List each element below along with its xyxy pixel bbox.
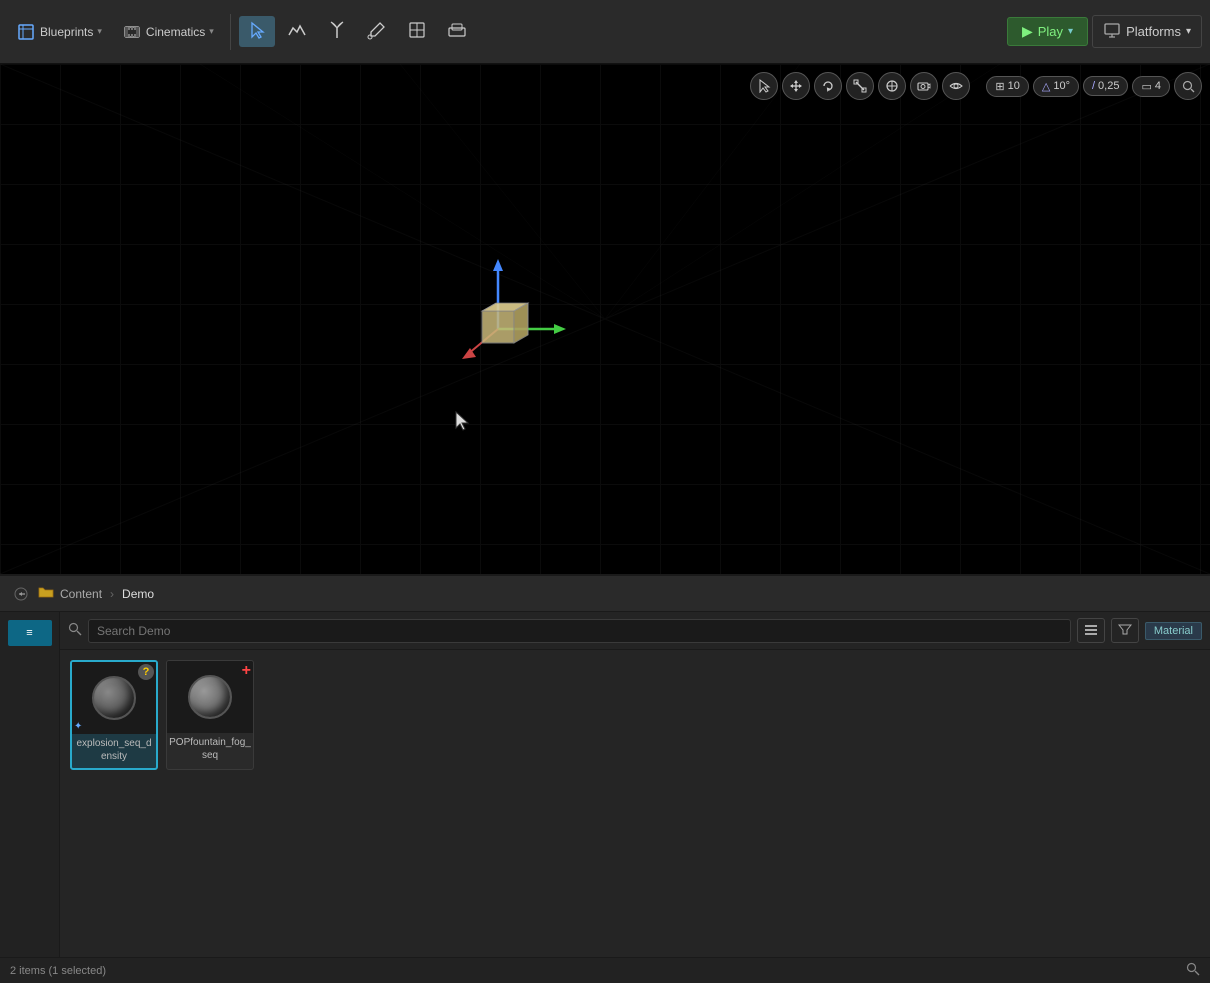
paint-icon xyxy=(367,20,387,43)
status-text: 2 items (1 selected) xyxy=(10,965,106,977)
cb-sidebar-icon: ≡ xyxy=(26,627,32,639)
rotation-snap-button[interactable]: △ 10° xyxy=(1033,76,1079,97)
asset-tile[interactable]: + POPfountain_fog_seq xyxy=(166,660,254,770)
play-label: Play xyxy=(1038,24,1063,39)
perspective-lines xyxy=(0,64,1210,574)
grid-size-value: 10 xyxy=(1008,80,1020,92)
asset-name-label: explosion_seq_density xyxy=(72,734,156,763)
asset-thumbnail: + xyxy=(167,661,253,733)
content-browser-sidebar: ≡ xyxy=(0,612,60,957)
rotate-tool-button[interactable] xyxy=(814,72,842,100)
platforms-button[interactable]: Platforms ▾ xyxy=(1092,15,1202,48)
select-mode-button[interactable] xyxy=(239,16,275,47)
eye-tool-button[interactable] xyxy=(942,72,970,100)
content-browser-search-bar: Material xyxy=(60,612,1210,650)
blueprints-dropdown-icon: ▾ xyxy=(97,26,102,37)
asset-question-badge: ? xyxy=(138,664,154,680)
asset-thumbnail: ? ✦ xyxy=(72,662,156,734)
filter-options-button[interactable] xyxy=(1111,618,1139,643)
view-options-button[interactable] xyxy=(1077,618,1105,643)
rotation-value: 10° xyxy=(1053,80,1070,92)
viewport-overlay-toolbar: ⊞ 10 △ 10° / 0,25 ▭ 4 xyxy=(750,72,1202,100)
search-icon xyxy=(68,622,82,639)
platforms-label: Platforms xyxy=(1126,24,1181,39)
content-browser-body: ≡ Material xyxy=(0,612,1210,957)
cinematics-label: Cinematics xyxy=(146,25,205,39)
content-browser-footer: 2 items (1 selected) xyxy=(0,957,1210,983)
vegetation-icon xyxy=(327,20,347,43)
cb-sidebar-active-button[interactable]: ≡ xyxy=(8,620,52,646)
top-toolbar: Blueprints ▾ Cinematics ▾ xyxy=(0,0,1210,64)
content-browser-header: Content › Demo xyxy=(0,576,1210,612)
asset-corner-plus-icon: ✦ xyxy=(74,721,82,732)
cinematics-button[interactable]: Cinematics ▾ xyxy=(114,18,222,46)
breadcrumb-demo: Demo xyxy=(122,587,154,601)
camera-speed-value: 4 xyxy=(1155,80,1161,92)
play-dropdown-icon: ▾ xyxy=(1068,26,1073,37)
viewport[interactable]: ⊞ 10 △ 10° / 0,25 ▭ 4 xyxy=(0,64,1210,574)
scale-snap-button[interactable]: / 0,25 xyxy=(1083,76,1128,96)
blueprints-label: Blueprints xyxy=(40,25,93,39)
transform-gizmo xyxy=(448,249,568,389)
play-button[interactable]: ▶ Play ▾ xyxy=(1007,17,1088,46)
asset-sphere-icon xyxy=(188,675,232,719)
viewport-search-button[interactable] xyxy=(1174,72,1202,100)
cursor-tool-button[interactable] xyxy=(750,72,778,100)
search-input[interactable] xyxy=(88,619,1071,643)
platforms-icon xyxy=(1103,21,1121,42)
cb-footer-search-icon[interactable] xyxy=(1186,962,1200,979)
breadcrumb-sep-1: › xyxy=(110,587,114,601)
content-browser-main: Material ? ✦ explosion_seq_density xyxy=(60,612,1210,957)
separator-1 xyxy=(230,14,231,50)
camera-speed-icon: ▭ xyxy=(1141,80,1151,93)
asset-plus-badge: + xyxy=(242,663,251,679)
transform-tool-button[interactable] xyxy=(878,72,906,100)
material-filter-badge[interactable]: Material xyxy=(1145,622,1202,640)
cb-back-button[interactable] xyxy=(10,585,32,603)
grid-size-button[interactable]: ⊞ 10 xyxy=(986,76,1028,97)
blueprints-button[interactable]: Blueprints ▾ xyxy=(8,18,110,46)
foliage-icon xyxy=(447,20,467,43)
landscape-icon xyxy=(287,20,307,43)
foliage-button[interactable] xyxy=(439,16,475,47)
camera-tool-button[interactable] xyxy=(910,72,938,100)
landscape-button[interactable] xyxy=(279,16,315,47)
asset-name-label: POPfountain_fog_seq xyxy=(167,733,253,762)
rotation-icon: △ xyxy=(1042,80,1050,93)
paint-button[interactable] xyxy=(359,16,395,47)
platforms-dropdown-icon: ▾ xyxy=(1186,26,1191,37)
scale-tool-button[interactable] xyxy=(846,72,874,100)
content-browser: Content › Demo ≡ xyxy=(0,574,1210,983)
select-mode-icon xyxy=(247,20,267,43)
scale-value: 0,25 xyxy=(1098,80,1119,92)
blueprints-icon xyxy=(16,22,36,42)
asset-tile[interactable]: ? ✦ explosion_seq_density xyxy=(70,660,158,770)
grid-icon: ⊞ xyxy=(995,80,1004,93)
vegetation-button[interactable] xyxy=(319,16,355,47)
asset-sphere-icon xyxy=(92,676,136,720)
cinematics-dropdown-icon: ▾ xyxy=(209,26,214,37)
move-tool-button[interactable] xyxy=(782,72,810,100)
scale-icon: / xyxy=(1092,80,1095,92)
mesh-icon xyxy=(407,20,427,43)
asset-grid: ? ✦ explosion_seq_density + POPfountain_… xyxy=(60,650,1210,957)
play-icon: ▶ xyxy=(1022,23,1033,40)
mesh-button[interactable] xyxy=(399,16,435,47)
breadcrumb-content[interactable]: Content xyxy=(60,587,102,601)
cb-folder-icon xyxy=(38,585,54,602)
camera-speed-button[interactable]: ▭ 4 xyxy=(1132,76,1170,97)
cinematics-icon xyxy=(122,22,142,42)
